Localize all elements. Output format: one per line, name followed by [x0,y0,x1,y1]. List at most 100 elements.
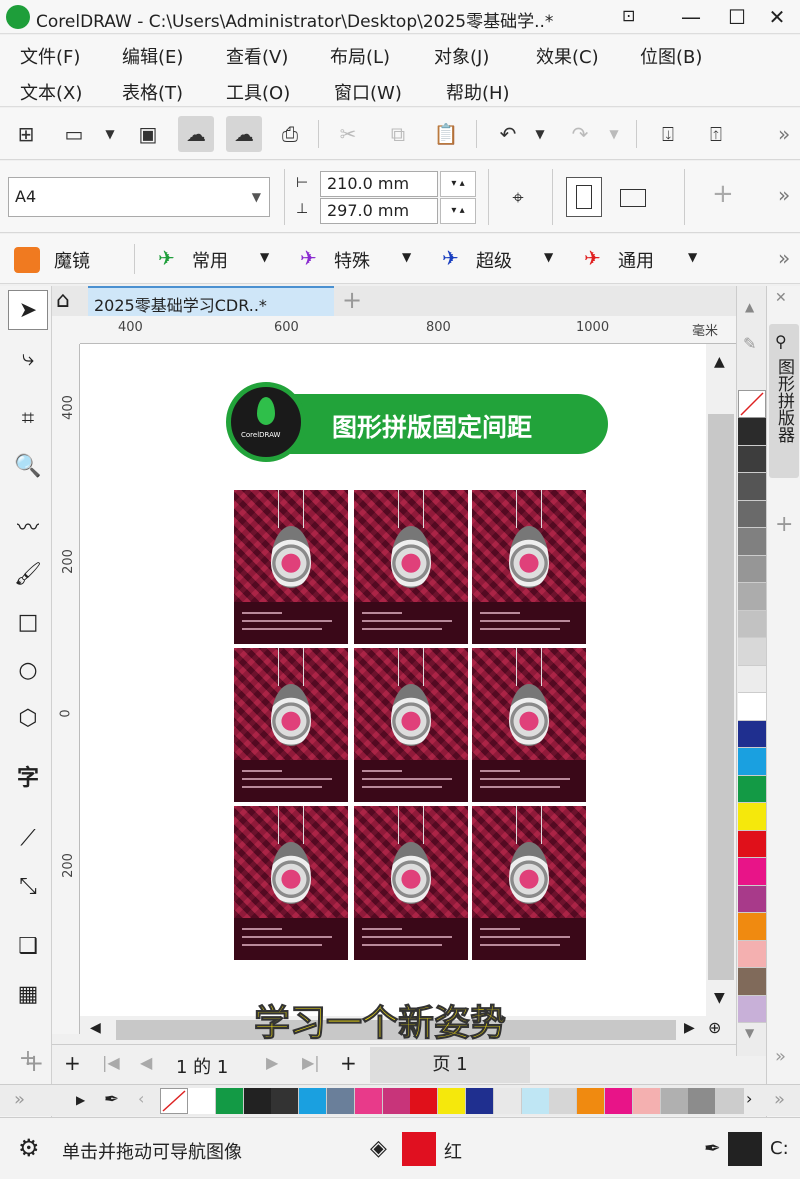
color-swatch[interactable] [660,1088,689,1114]
scroll-up-icon[interactable]: ▲ [714,354,725,370]
docker-add-icon[interactable]: + [775,512,793,537]
chevron-down-icon[interactable]: ▼ [260,250,269,264]
color-swatch[interactable] [188,1088,216,1114]
menu-layout[interactable]: 布局(L) [330,43,390,69]
palette-expand-icon[interactable]: » [774,1089,785,1110]
docker-overflow-icon[interactable]: » [775,1046,786,1067]
color-swatch[interactable] [738,968,766,996]
parallel-dimension-icon[interactable]: ⟋ [8,818,48,858]
menu-tools[interactable]: 工具(O) [226,79,290,105]
fill-color-swatch[interactable] [402,1132,436,1166]
color-swatch[interactable] [738,720,766,748]
menu-text[interactable]: 文本(X) [20,79,82,105]
menu-window[interactable]: 窗口(W) [334,79,402,105]
page-height-field[interactable]: 297.0 mm [320,198,438,224]
outline-color-swatch[interactable] [728,1132,762,1166]
palette-scroll-up-icon[interactable]: ▲ [745,300,754,314]
color-swatch[interactable] [738,693,766,721]
ruler-origin[interactable] [52,316,80,344]
menu-bitmap[interactable]: 位图(B) [640,43,702,69]
crop-tool-icon[interactable]: ⌗ [8,398,48,438]
menu-table[interactable]: 表格(T) [122,79,183,105]
shape-tool-icon[interactable]: ⤷ [8,338,48,378]
drop-shadow-icon[interactable]: ❑ [8,926,48,966]
drawing-canvas[interactable]: 图形拼版固定间距 CorelDRAW [80,344,706,1016]
color-swatch[interactable] [738,445,766,473]
page-width-field[interactable]: 210.0 mm [320,171,438,197]
rectangle-tool-icon[interactable]: □ [8,602,48,642]
color-swatch[interactable] [466,1088,494,1114]
add-page-before-icon[interactable]: + [64,1051,81,1075]
menu-view[interactable]: 查看(V) [226,43,288,69]
first-page-icon[interactable]: |◀ [102,1053,120,1072]
poster-tile[interactable] [234,806,348,960]
add-page-after-icon[interactable]: + [340,1051,357,1075]
color-swatch[interactable] [738,418,766,446]
zoom-tool-icon[interactable]: 🔍 [8,446,48,486]
color-swatch[interactable] [738,940,766,968]
color-swatch[interactable] [438,1088,467,1114]
artistic-media-icon[interactable]: 🖌 [8,554,48,594]
color-swatch[interactable] [493,1088,522,1114]
transparency-tool-icon[interactable]: ▦ [8,974,48,1014]
color-swatch[interactable] [716,1088,745,1114]
height-stepper[interactable]: ▾ ▴ [440,198,476,224]
color-swatch[interactable] [738,638,766,666]
poster-tile[interactable] [354,648,468,802]
connector-tool-icon[interactable]: ⤡ [8,866,48,906]
color-swatch[interactable] [738,885,766,913]
docker-close-icon[interactable]: ✕ [775,290,787,306]
print-icon[interactable]: ⎙ [272,116,308,152]
magic-mirror-label[interactable]: 魔镜 [54,247,90,273]
poster-tile[interactable] [472,648,586,802]
eyedropper-icon[interactable]: ✎ [743,334,756,353]
color-swatch[interactable] [738,473,766,501]
color-swatch[interactable] [521,1088,550,1114]
color-swatch[interactable] [738,528,766,556]
chevron-down-icon[interactable]: ▼ [402,250,411,264]
color-swatch[interactable] [738,858,766,886]
color-swatch[interactable] [605,1088,633,1114]
color-swatch[interactable] [738,803,766,831]
scroll-down-icon[interactable]: ▼ [714,990,725,1006]
palette-scroll-right-icon[interactable]: › [746,1089,752,1108]
new-tab-icon[interactable]: + [342,286,362,314]
menu-help[interactable]: 帮助(H) [446,79,510,105]
magic-mirror-icon[interactable] [14,247,40,273]
color-swatch[interactable] [738,775,766,803]
last-page-icon[interactable]: ▶| [302,1053,320,1072]
horizontal-ruler[interactable]: 400 600 800 1000 毫米 [60,316,736,344]
eyedropper-icon[interactable]: ✒ [104,1089,119,1110]
scroll-left-icon[interactable]: ◀ [90,1020,101,1036]
color-swatch[interactable] [738,995,766,1023]
color-swatch[interactable] [271,1088,300,1114]
color-swatch[interactable] [243,1088,272,1114]
color-swatch[interactable] [632,1088,661,1114]
scroll-thumb[interactable] [708,414,734,980]
next-page-icon[interactable]: ▶ [266,1053,278,1072]
poster-tile[interactable] [354,490,468,644]
prev-page-icon[interactable]: ◀ [140,1053,152,1072]
export-icon[interactable]: ⍐ [698,116,734,152]
cut-icon[interactable]: ✂ [330,116,366,152]
color-swatch[interactable] [738,748,766,776]
palette-overflow-icon[interactable]: » [14,1089,25,1110]
effect-super[interactable]: 超级 [476,247,512,273]
redo-icon[interactable]: ↷ [562,116,598,152]
poster-tile[interactable] [234,648,348,802]
color-palette-vertical[interactable]: ▲ ✎ ▼ [736,286,766,1056]
scroll-right-icon[interactable]: ▶ [684,1020,695,1036]
cloud-export-icon[interactable]: ☁ [226,116,262,152]
color-swatch[interactable] [577,1088,606,1114]
color-palette-horizontal[interactable]: » ▶ ✒ ‹ › » [0,1084,800,1116]
effect-common[interactable]: 常用 [192,247,228,273]
palette-scroll-down-icon[interactable]: ▼ [745,1026,754,1040]
menu-object[interactable]: 对象(J) [434,43,489,69]
color-swatch[interactable] [354,1088,383,1114]
landscape-button[interactable] [620,189,646,207]
effect-special[interactable]: 特殊 [334,247,370,273]
poster-grid[interactable] [234,490,588,960]
color-swatch[interactable] [738,583,766,611]
color-swatch[interactable] [549,1088,578,1114]
pin-icon[interactable]: ⊡ [622,6,635,25]
